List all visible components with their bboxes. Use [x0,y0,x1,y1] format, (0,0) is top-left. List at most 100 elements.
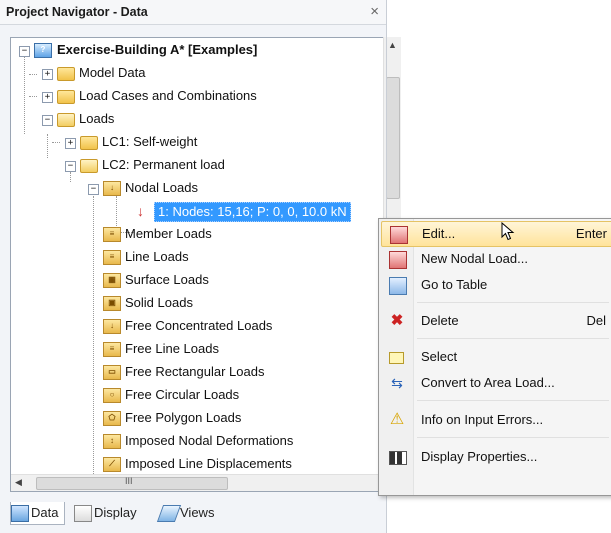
collapse-icon[interactable]: − [65,161,76,172]
tab-display[interactable]: Display [74,502,137,524]
select-icon [389,352,404,364]
nodal-loads-icon: ↓ [103,181,121,196]
menu-separator [417,400,609,401]
member-loads-icon: ≡ [103,227,121,242]
tree-item-label: LC1: Self-weight [102,134,198,149]
display-properties-icon [389,451,407,465]
collapse-icon[interactable]: − [19,46,30,57]
context-menu: Edit... Enter New Nodal Load... Go to Ta… [378,218,611,496]
free-line-icon: ≡ [103,342,121,357]
horizontal-scroll-thumb[interactable]: III [36,476,228,490]
free-rectangular-icon: ▭ [103,365,121,380]
delete-icon: ✖ [390,312,404,329]
panel-titlebar: Project Navigator - Data × [0,0,387,25]
surface-loads-icon: ▦ [103,273,121,288]
expand-icon[interactable]: + [42,92,53,103]
project-label: Exercise-Building A* [Examples] [57,42,258,57]
menu-item-label: Select [421,349,458,364]
expand-icon[interactable]: + [42,69,53,80]
new-nodal-load-icon [389,251,407,269]
tree-item-label: Model Data [79,65,146,80]
tree-item-label: Free Polygon Loads [125,410,242,425]
tree-guide [29,74,37,75]
menu-item-convert-area-load[interactable]: ⇆ Convert to Area Load... [381,371,611,395]
folder-open-icon [57,113,75,127]
scroll-up-icon[interactable]: ▲ [388,40,397,50]
tree-item-label: Imposed Nodal Deformations [125,433,294,448]
menu-item-new-nodal-load[interactable]: New Nodal Load... [381,247,611,271]
tab-views[interactable]: Views [156,502,215,524]
tab-views-label: Views [180,505,215,520]
project-icon: ? [34,43,52,58]
tree-item-label: Nodal Loads [125,180,198,195]
data-tab-icon [11,505,29,522]
menu-item-label: Go to Table [421,277,488,292]
nodal-load-arrow-icon: ↓ [137,203,144,219]
menu-item-edit[interactable]: Edit... Enter [381,221,611,247]
tree-item-label: Free Circular Loads [125,387,240,402]
collapse-icon[interactable]: − [88,184,99,195]
selected-item-label: 1: Nodes: 15,16; P: 0, 0, 10.0 kN [154,202,351,222]
collapse-icon[interactable]: − [42,115,53,126]
menu-item-select[interactable]: Select [381,345,611,369]
tree-item-label: Member Loads [125,226,212,241]
vertical-scroll-thumb[interactable] [386,77,400,199]
menu-item-info-input-errors[interactable]: ⚠ Info on Input Errors... [381,408,611,432]
tree-guide [93,196,94,476]
tab-display-label: Display [94,505,137,520]
solid-loads-icon: ▣ [103,296,121,311]
views-tab-icon [156,505,182,522]
tree-item-label: Loads [79,111,115,126]
menu-item-label: Convert to Area Load... [421,375,555,390]
scroll-grip: III [125,476,133,486]
menu-item-shortcut: Del [586,313,606,328]
menu-item-label: Delete [421,313,459,328]
close-icon[interactable]: × [370,3,379,20]
folder-open-icon [80,159,98,173]
panel-title: Project Navigator - Data [6,5,148,19]
menu-separator [417,302,609,303]
menu-item-label: New Nodal Load... [421,251,528,266]
tab-data-label: Data [31,505,59,520]
tree-item-label: Free Line Loads [125,341,219,356]
tree-item-label: Line Loads [125,249,189,264]
folder-icon [57,67,75,81]
tab-data[interactable]: Data [10,502,66,525]
tree-item-label: Free Concentrated Loads [125,318,273,333]
menu-item-shortcut: Enter [575,226,607,241]
convert-icon: ⇆ [391,375,403,391]
imposed-nodal-icon: ↕ [103,434,121,449]
free-polygon-icon: ⬠ [103,411,121,426]
project-navigator-panel: Project Navigator - Data × − ? Exercise-… [0,0,401,533]
tree-guide [47,134,48,158]
tree-guide [24,54,25,134]
folder-icon [57,90,75,104]
navigator-tabs: Data Display Views [0,496,387,533]
expand-icon[interactable]: + [65,138,76,149]
tree-item-label: Free Rectangular Loads [125,364,265,379]
mouse-cursor-icon [501,222,515,241]
scroll-left-icon[interactable]: ◀ [15,477,22,488]
warning-icon: ⚠ [389,411,405,428]
tree-item-label: Solid Loads [125,295,193,310]
menu-separator [417,437,609,438]
navigator-tree[interactable]: − ? Exercise-Building A* [Examples] + Mo… [10,37,387,492]
horizontal-scrollbar[interactable]: ◀ III [11,474,384,491]
tree-guide [70,172,71,182]
menu-item-label: Edit... [422,226,456,241]
tree-guide [29,96,37,97]
tree-item-label: LC2: Permanent load [102,157,225,172]
line-loads-icon: ≡ [103,250,121,265]
free-concentrated-icon: ↓ [103,319,121,334]
menu-item-label: Display Properties... [421,449,538,464]
menu-item-label: Info on Input Errors... [421,412,544,427]
menu-item-delete[interactable]: ✖ Delete Del [381,309,611,333]
tree-item-label: Surface Loads [125,272,209,287]
tree-item-label: Imposed Line Displacements [125,456,292,471]
folder-icon [80,136,98,150]
tree-guide [52,142,60,143]
menu-item-display-properties[interactable]: Display Properties... [381,445,611,469]
imposed-line-icon: ⟋ [103,457,121,472]
free-circular-icon: ○ [103,388,121,403]
menu-item-go-to-table[interactable]: Go to Table [381,273,611,297]
